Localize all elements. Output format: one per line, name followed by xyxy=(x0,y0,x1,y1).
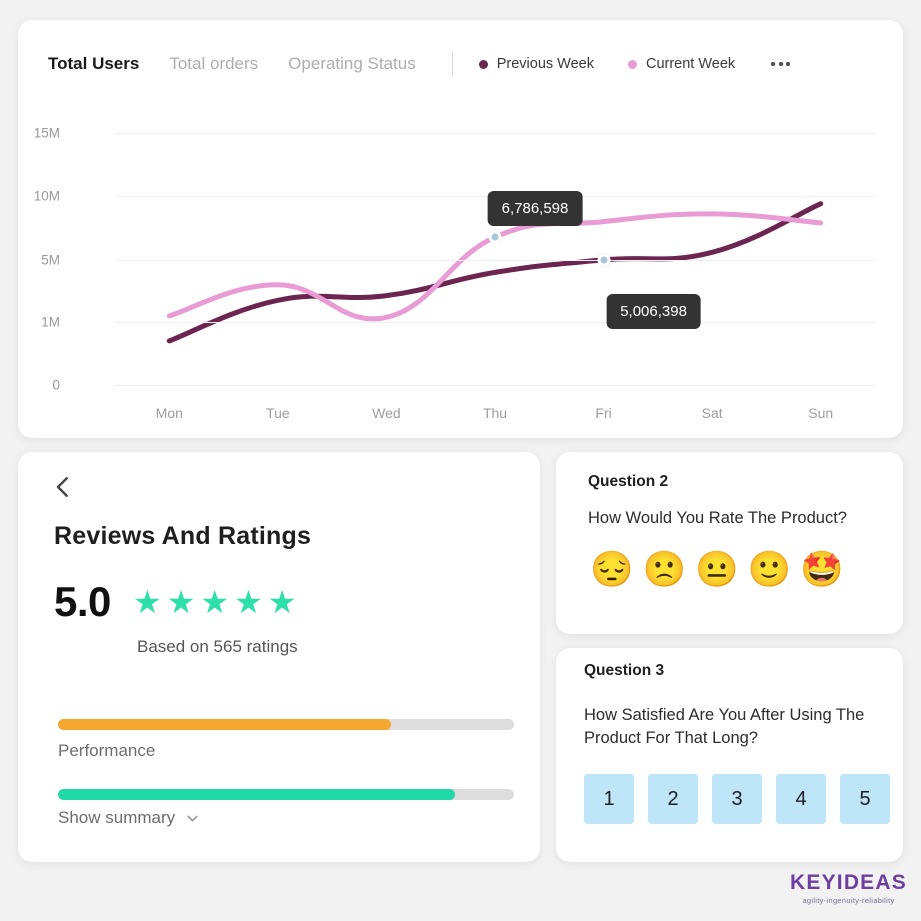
rating-option-3[interactable]: 3 xyxy=(712,774,762,824)
legend-dot-current-week xyxy=(627,59,637,69)
gridline xyxy=(115,385,875,386)
x-axis-tick: Wed xyxy=(372,405,401,421)
data-point-marker[interactable] xyxy=(488,230,502,244)
slightly-smiling-face-emoji[interactable]: 🙂 xyxy=(748,552,792,587)
tab-total-orders[interactable]: Total orders xyxy=(169,54,258,74)
logo-wordmark: KEYIDEAS xyxy=(790,871,907,894)
back-chevron-icon[interactable] xyxy=(48,472,78,502)
star-icon[interactable]: ★ xyxy=(167,584,201,620)
chart-tooltip: 5,006,398 xyxy=(606,293,701,329)
star-struck-emoji[interactable]: 🤩 xyxy=(800,552,844,587)
chart-plot-area: 15M 10M 5M 1M 0 Mon Tue Wed Thu Fri Sat Sun 6,786,59… xyxy=(18,108,903,428)
header-divider xyxy=(451,51,453,77)
y-axis-tick: 0 xyxy=(52,377,60,393)
reviews-and-ratings-card xyxy=(18,452,540,862)
ratings-count-label: Based on 565 ratings xyxy=(137,637,298,656)
legend-item-current-week[interactable]: Current Week xyxy=(627,56,736,72)
star-icon[interactable]: ★ xyxy=(234,584,268,620)
numeric-rating-row: 12345 xyxy=(584,774,890,824)
tab-operating-status[interactable]: Operating Status xyxy=(288,54,416,74)
x-axis-tick: Tue xyxy=(266,405,290,421)
x-axis-tick: Thu xyxy=(482,405,508,421)
legend-item-previous-week[interactable]: Previous Week xyxy=(478,56,594,72)
show-summary-toggle[interactable]: Show summary xyxy=(58,808,201,828)
tab-total-users[interactable]: Total Users xyxy=(48,54,139,74)
rating-option-2[interactable]: 2 xyxy=(648,774,698,824)
chart-lines xyxy=(166,201,824,344)
gridline xyxy=(115,260,875,261)
data-point-marker[interactable] xyxy=(597,253,611,267)
performance-label: Performance xyxy=(58,741,156,760)
question-2-title: Question 2 xyxy=(588,473,669,490)
performance-progress-bar xyxy=(58,719,514,730)
star-icon[interactable]: ★ xyxy=(200,584,234,620)
x-axis-tick: Sun xyxy=(808,405,834,421)
chart-tooltip: 6,786,598 xyxy=(487,191,583,227)
neutral-face-emoji[interactable]: 😐 xyxy=(695,552,739,587)
page-title: Reviews And Ratings xyxy=(54,522,312,550)
emoji-rating-row: 😔 🙁 😐 🙂 🤩 xyxy=(590,552,844,587)
rating-option-1[interactable]: 1 xyxy=(584,774,634,824)
y-axis-tick: 15M xyxy=(33,125,60,141)
x-axis-tick: Mon xyxy=(155,405,183,421)
summary-progress-fill xyxy=(58,789,455,800)
rating-option-5[interactable]: 5 xyxy=(840,774,890,824)
frowning-face-emoji[interactable]: 🙁 xyxy=(643,552,687,587)
x-axis-tick: Sat xyxy=(701,405,723,421)
star-rating: ★★★★★ xyxy=(133,586,301,618)
y-axis-tick: 10M xyxy=(33,188,60,204)
star-icon[interactable]: ★ xyxy=(268,584,302,620)
chart-legend: Previous Week Current Week xyxy=(478,56,769,72)
rating-score: 5.0 xyxy=(54,578,111,625)
total-users-chart-card: Total Users Total orders Operating Statu… xyxy=(18,20,903,438)
y-axis-tick: 1M xyxy=(41,314,60,330)
gridline xyxy=(115,322,875,323)
pensive-face-emoji[interactable]: 😔 xyxy=(590,552,634,587)
summary-progress-bar xyxy=(58,789,514,800)
logo-tagline: agility-ingenuity-reliability xyxy=(802,896,895,905)
question-3-card xyxy=(556,648,903,862)
question-3-text: How Satisfied Are You After Using The Pr… xyxy=(584,706,865,747)
app-root: Total Users Total orders Operating Statu… xyxy=(0,0,921,921)
x-axis-tick: Fri xyxy=(595,405,612,421)
keyideas-logo: KEYIDEAS agility-ingenuity-reliability xyxy=(790,872,907,905)
y-axis-tick: 5M xyxy=(41,252,60,268)
show-summary-label: Show summary xyxy=(58,808,176,827)
gridline xyxy=(115,133,875,134)
legend-label-current-week: Current Week xyxy=(645,56,736,72)
question-2-text: How Would You Rate The Product? xyxy=(588,509,847,527)
question-3-title: Question 3 xyxy=(584,662,665,679)
performance-progress-fill xyxy=(58,719,391,730)
legend-label-previous-week: Previous Week xyxy=(496,56,594,72)
rating-option-4[interactable]: 4 xyxy=(776,774,826,824)
star-icon[interactable]: ★ xyxy=(133,584,167,620)
chevron-down-icon xyxy=(187,815,198,821)
more-horizontal-icon[interactable] xyxy=(769,56,792,72)
chart-header: Total Users Total orders Operating Statu… xyxy=(48,46,879,82)
legend-dot-previous-week xyxy=(478,59,488,69)
